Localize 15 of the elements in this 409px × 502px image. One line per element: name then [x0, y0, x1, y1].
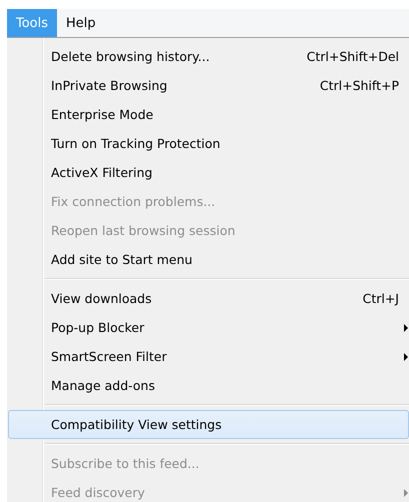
menu-item[interactable]: Enterprise Mode	[43, 100, 409, 129]
menu-item[interactable]: Compatibility View settings	[8, 410, 409, 439]
menu-item[interactable]: Add site to Start menu	[43, 245, 409, 274]
menu-item[interactable]: InPrivate Browsing Ctrl+Shift+P	[43, 71, 409, 100]
menu-item[interactable]: Pop-up Blocker	[43, 313, 409, 342]
menu-item[interactable]: SmartScreen Filter	[43, 342, 409, 371]
menu-item[interactable]: View downloads Ctrl+J	[43, 284, 409, 313]
shortcut-label: Ctrl+Shift+Del	[306, 49, 399, 64]
menu-item[interactable]: ActiveX Filtering	[43, 158, 409, 187]
menu-title[interactable]: Help	[57, 9, 105, 37]
menu-item[interactable]: Manage add-ons	[43, 371, 409, 400]
shortcut-label: Ctrl+J	[362, 291, 399, 306]
shortcut-label: Ctrl+Shift+P	[320, 78, 399, 93]
menu-item[interactable]: Delete browsing history... Ctrl+Shift+Del	[43, 42, 409, 71]
menu-item[interactable]: Turn on Tracking Protection	[43, 129, 409, 158]
